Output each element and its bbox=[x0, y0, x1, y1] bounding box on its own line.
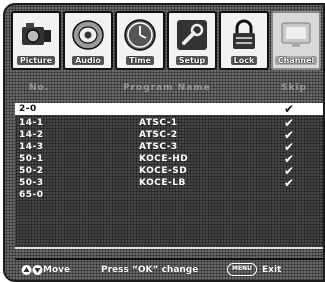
channel-name: ATSC-3 bbox=[139, 142, 178, 152]
channel-number: 2-0 bbox=[19, 104, 37, 114]
channel-list-header: No. Program Name Skip bbox=[15, 83, 323, 97]
channel-number: 50-3 bbox=[19, 178, 44, 188]
menu-key-icon: MENU bbox=[227, 263, 257, 276]
channel-row[interactable]: 14-2 ATSC-2 ✔ bbox=[15, 129, 323, 141]
tab-label: Setup bbox=[175, 56, 209, 65]
footer-help-bar: Move Press “OK” change MENU Exit bbox=[15, 258, 323, 280]
check-icon[interactable]: ✔ bbox=[284, 103, 295, 115]
tab-audio[interactable]: Audio bbox=[63, 11, 113, 70]
divider bbox=[15, 247, 323, 249]
channel-number: 14-3 bbox=[19, 142, 44, 152]
channel-row[interactable]: 50-2 KOCE-SD ✔ bbox=[15, 165, 323, 177]
check-icon[interactable]: ✔ bbox=[284, 177, 295, 189]
channel-name: KOCE-HD bbox=[139, 154, 189, 164]
wrench-icon bbox=[177, 20, 207, 50]
tab-picture[interactable]: Picture bbox=[11, 11, 61, 70]
tab-label: Time bbox=[126, 56, 154, 65]
ok-change-label: Press “OK” change bbox=[101, 265, 199, 275]
channel-row[interactable]: 14-3 ATSC-3 ✔ bbox=[15, 141, 323, 153]
channel-row[interactable]: 50-3 KOCE-LB ✔ bbox=[15, 177, 323, 189]
exit-label: Exit bbox=[262, 265, 282, 275]
header-number: No. bbox=[29, 83, 50, 93]
lock-icon bbox=[233, 19, 255, 49]
channel-number: 14-2 bbox=[19, 130, 44, 140]
channel-name: ATSC-1 bbox=[139, 118, 178, 128]
channel-name: KOCE-SD bbox=[139, 166, 188, 176]
up-down-arrows-icon bbox=[21, 265, 43, 275]
tv-menu-screen: Picture Audio Time Setup Lock Channel No… bbox=[3, 3, 325, 282]
clock-icon bbox=[124, 19, 156, 51]
move-label: Move bbox=[43, 265, 71, 275]
channel-name: KOCE-LB bbox=[139, 178, 186, 188]
header-skip: Skip bbox=[281, 83, 307, 93]
header-program-name: Program Name bbox=[123, 83, 211, 93]
channel-row[interactable]: 50-1 KOCE-HD ✔ bbox=[15, 153, 323, 165]
tab-setup[interactable]: Setup bbox=[167, 11, 217, 70]
channel-number: 50-2 bbox=[19, 166, 44, 176]
menu-tabs: Picture Audio Time Setup Lock Channel bbox=[11, 11, 323, 73]
camera-icon bbox=[22, 23, 51, 45]
channel-list: 2-0 ✔ 14-1 ATSC-1 ✔ 14-2 ATSC-2 ✔ 14-3 A… bbox=[15, 103, 323, 246]
channel-name: ATSC-2 bbox=[139, 130, 178, 140]
channel-row[interactable]: 14-1 ATSC-1 ✔ bbox=[15, 117, 323, 129]
channel-number: 65-0 bbox=[19, 190, 44, 200]
channel-number: 14-1 bbox=[19, 118, 44, 128]
tab-label: Audio bbox=[72, 56, 104, 65]
tab-channel[interactable]: Channel bbox=[271, 11, 321, 70]
tab-time[interactable]: Time bbox=[115, 11, 165, 70]
channel-row[interactable]: 65-0 bbox=[15, 189, 323, 201]
speaker-icon bbox=[72, 20, 104, 50]
channel-row[interactable]: 2-0 ✔ bbox=[15, 103, 323, 115]
tab-lock[interactable]: Lock bbox=[219, 11, 269, 70]
channel-number: 50-1 bbox=[19, 154, 44, 164]
tab-label: Picture bbox=[16, 56, 56, 65]
tv-icon bbox=[281, 22, 311, 47]
tab-label: Channel bbox=[274, 56, 318, 65]
tab-label: Lock bbox=[230, 56, 258, 65]
